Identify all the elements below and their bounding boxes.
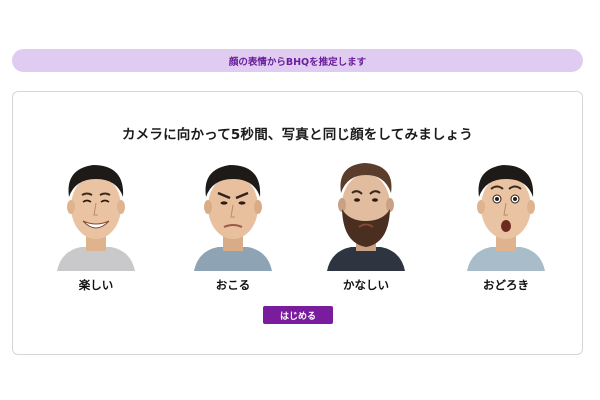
sad-face-photo: [323, 151, 409, 271]
surprised-face-photo: [463, 151, 549, 271]
expression-label-surprised: おどろき: [483, 278, 529, 292]
expression-card: カメラに向かって5秒間、写真と同じ顔をしてみましょう 楽しい おこる かなしい …: [12, 91, 583, 355]
expression-label-happy: 楽しい: [78, 278, 114, 292]
start-button[interactable]: はじめる: [263, 306, 333, 324]
header-banner-text: 顔の表情からBHQを推定します: [228, 56, 367, 68]
header-banner: 顔の表情からBHQを推定します: [12, 49, 583, 72]
angry-face-photo: [190, 151, 276, 271]
expression-label-sad: かなしい: [343, 278, 389, 292]
expression-label-angry: おこる: [215, 278, 251, 292]
instruction-heading: カメラに向かって5秒間、写真と同じ顔をしてみましょう: [121, 127, 473, 143]
happy-face-photo: [53, 151, 139, 271]
